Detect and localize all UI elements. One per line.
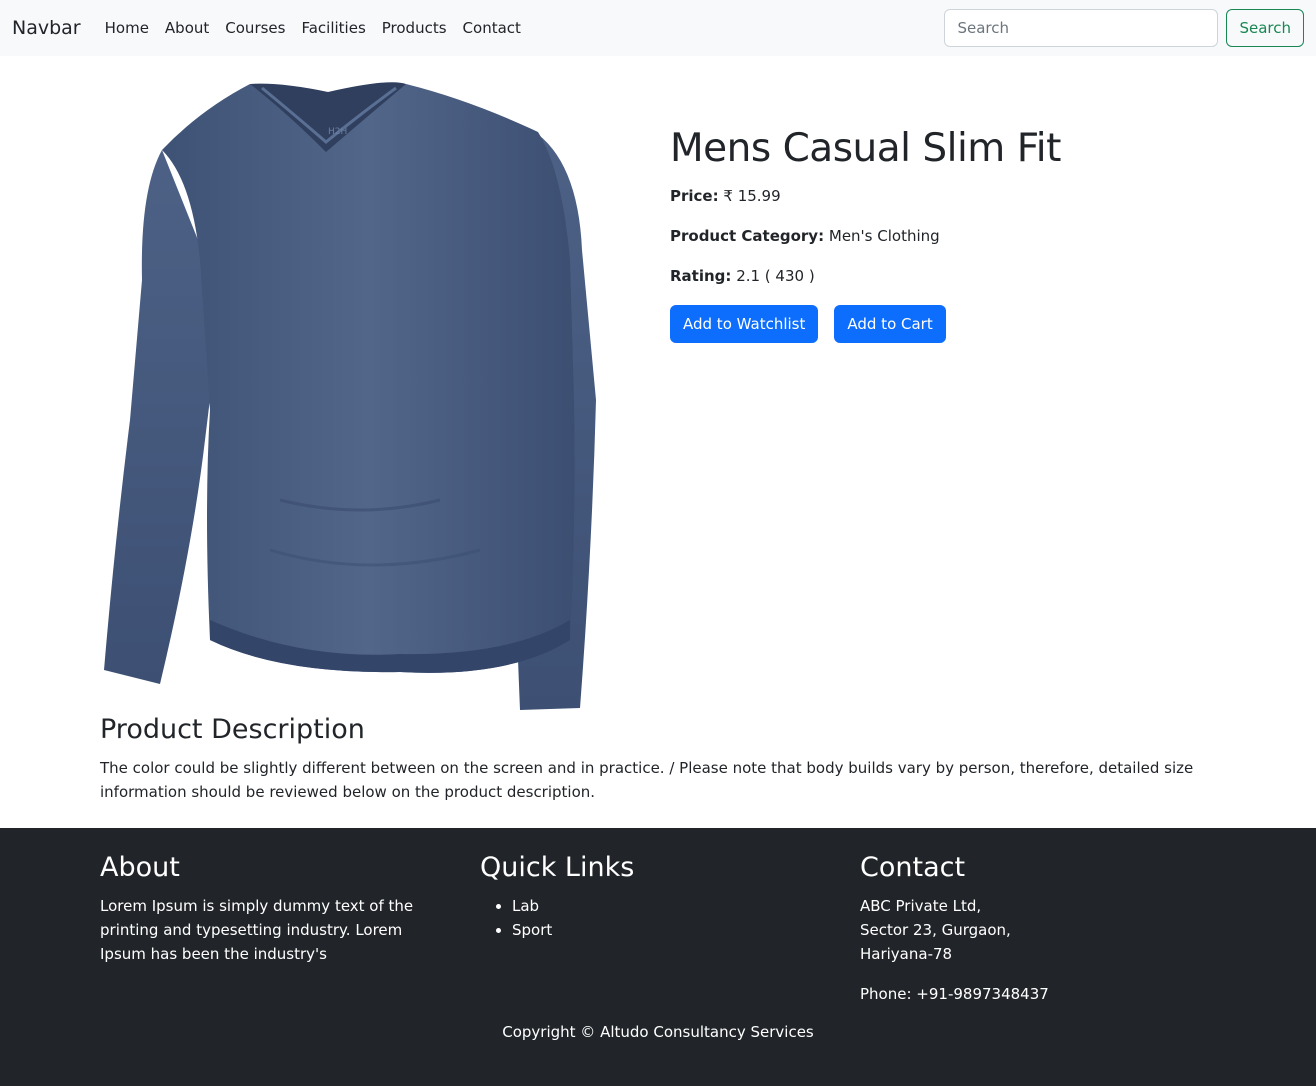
footer-link-item: Sport (512, 918, 830, 942)
category-value: Men's Clothing (828, 226, 940, 245)
footer-links-list: Lab Sport (480, 894, 830, 942)
product-image: H2H (100, 80, 600, 712)
nav-link-about[interactable]: About (157, 19, 217, 37)
action-buttons: Add to Watchlist Add to Cart (670, 304, 1230, 343)
nav-link-contact[interactable]: Contact (455, 19, 529, 37)
product-title: Mens Casual Slim Fit (670, 126, 1061, 171)
footer-about-title: About (100, 852, 180, 883)
price-value: ₹ 15.99 (723, 186, 781, 205)
footer-link-sport[interactable]: Sport (512, 921, 552, 939)
address-line-1: ABC Private Ltd, (860, 897, 982, 916)
navbar: Navbar Home About Courses Facilities Pro… (0, 0, 1316, 56)
rating-label: Rating: (670, 266, 732, 285)
address-line-3: Hariyana-78 (860, 945, 953, 964)
phone-number: Phone: +91-9897348437 (860, 985, 1049, 1004)
rating-value: 2.1 ( 430 ) (736, 266, 815, 285)
tshirt-image: H2H (104, 82, 596, 710)
nav-link-products[interactable]: Products (374, 19, 455, 37)
footer-link-item: Lab (512, 894, 830, 918)
rating-line: Rating: 2.1 ( 430 ) (670, 265, 1230, 287)
search-button[interactable]: Search (1226, 9, 1304, 47)
footer: About Lorem Ipsum is simply dummy text o… (0, 828, 1316, 1086)
add-to-watchlist-button[interactable]: Add to Watchlist (670, 304, 819, 343)
nav-link-home[interactable]: Home (97, 19, 157, 37)
nav-link-courses[interactable]: Courses (217, 19, 293, 37)
copyright: Copyright © Altudo Consultancy Services (502, 1023, 814, 1041)
shirt-brand-mark: H2H (328, 127, 347, 137)
footer-about: About Lorem Ipsum is simply dummy text o… (100, 852, 450, 966)
price-line: Price: ₹ 15.99 (670, 185, 1230, 207)
nav-links: Home About Courses Facilities Products C… (97, 19, 529, 37)
footer-contact-title: Contact (860, 852, 966, 883)
description-text: The color could be slightly different be… (100, 759, 1194, 802)
footer-links-title: Quick Links (480, 852, 635, 883)
category-label: Product Category: (670, 226, 825, 245)
price-label: Price: (670, 186, 719, 205)
nav-link-facilities[interactable]: Facilities (293, 19, 373, 37)
footer-link-lab[interactable]: Lab (512, 897, 539, 915)
product-info: Mens Casual Slim Fit Price: ₹ 15.99 Prod… (670, 126, 1230, 343)
add-to-cart-button[interactable]: Add to Cart (834, 304, 946, 343)
search-form: Search (944, 9, 1304, 47)
footer-contact: Contact ABC Private Ltd, Sector 23, Gurg… (860, 852, 1210, 1006)
footer-about-text: Lorem Ipsum is simply dummy text of the … (100, 897, 414, 964)
description-title: Product Description (100, 714, 365, 745)
search-input[interactable] (944, 9, 1219, 47)
category-line: Product Category: Men's Clothing (670, 225, 1230, 247)
footer-quick-links: Quick Links Lab Sport (480, 852, 830, 942)
navbar-brand[interactable]: Navbar (12, 17, 81, 39)
product-description: Product Description The color could be s… (100, 714, 1216, 804)
address-line-2: Sector 23, Gurgaon, (860, 921, 1011, 940)
